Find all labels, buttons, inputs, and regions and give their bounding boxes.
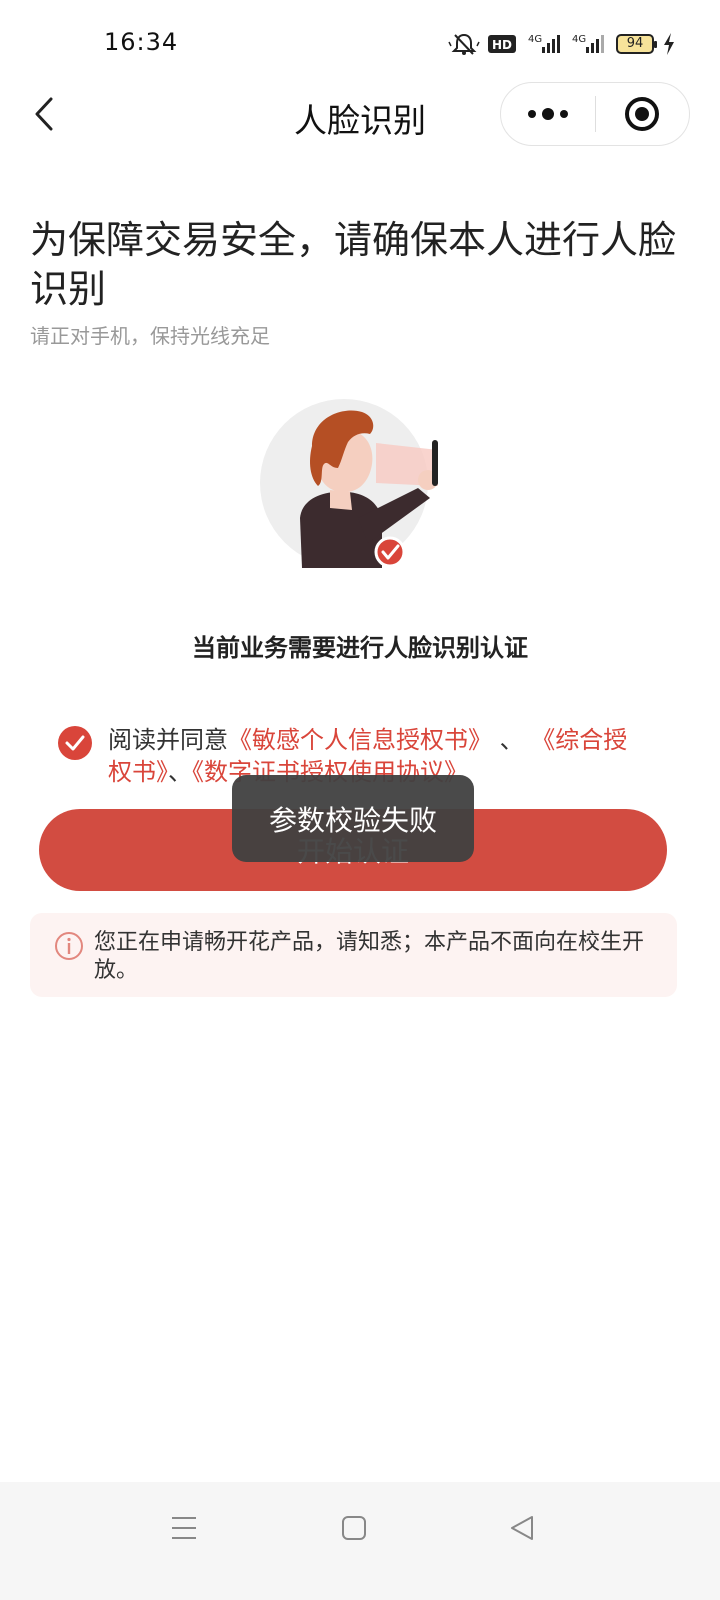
headline: 为保障交易安全，请确保本人进行人脸识别 bbox=[30, 218, 677, 311]
mini-program-capsule bbox=[500, 82, 690, 146]
hd-icon: HD bbox=[488, 35, 516, 53]
more-dots-icon bbox=[527, 108, 568, 120]
network-label-1: 4G bbox=[528, 34, 542, 45]
hd-label: HD bbox=[492, 38, 512, 52]
verify-label: 当前业务需要进行人脸识别认证 bbox=[192, 634, 528, 662]
home-button[interactable] bbox=[334, 1508, 374, 1548]
network-label-2: 4G bbox=[572, 34, 586, 45]
agreement-checkbox[interactable] bbox=[58, 726, 92, 760]
subhead: 请正对手机，保持光线充足 bbox=[30, 324, 270, 348]
back-triangle-icon bbox=[511, 1516, 533, 1540]
status-time: 16:34 bbox=[104, 28, 179, 56]
nav-bar: 人脸识别 bbox=[0, 80, 720, 146]
status-icons: HD 4G 4G 94 bbox=[448, 30, 676, 58]
system-nav-bar bbox=[0, 1482, 720, 1600]
info-icon bbox=[55, 932, 83, 960]
menu-icon bbox=[172, 1517, 196, 1539]
close-mini-program-button[interactable] bbox=[596, 83, 690, 145]
battery-icon: 94 bbox=[616, 34, 657, 54]
agreement-prefix: 阅读并同意 bbox=[108, 726, 228, 754]
sensitive-info-authorization-link[interactable]: 《敏感个人信息授权书》 bbox=[228, 726, 492, 754]
signal-4g-icon-2: 4G bbox=[572, 34, 604, 53]
signal-4g-icon: 4G bbox=[528, 34, 560, 53]
status-bar: 16:34 HD 4G 4G 94 bbox=[0, 0, 720, 90]
notice-text: 您正在申请畅开花产品，请知悉；本产品不面向在校生开放。 bbox=[94, 930, 645, 983]
agreement-separator-2: 、 bbox=[168, 758, 192, 786]
charging-icon bbox=[664, 33, 674, 55]
mute-bell-icon bbox=[448, 33, 480, 55]
notice-banner: 您正在申请畅开花产品，请知悉；本产品不面向在校生开放。 bbox=[30, 913, 677, 997]
checkmark-icon bbox=[65, 735, 85, 751]
more-button[interactable] bbox=[501, 83, 595, 145]
recent-apps-button[interactable] bbox=[164, 1508, 204, 1548]
home-icon bbox=[342, 1516, 366, 1540]
agreement-separator-1: 、 bbox=[499, 726, 524, 754]
face-scan-illustration bbox=[260, 399, 438, 568]
system-back-button[interactable] bbox=[502, 1508, 542, 1548]
battery-level: 94 bbox=[626, 36, 644, 51]
error-toast: 参数校验失败 bbox=[232, 775, 474, 862]
target-icon bbox=[625, 97, 660, 131]
